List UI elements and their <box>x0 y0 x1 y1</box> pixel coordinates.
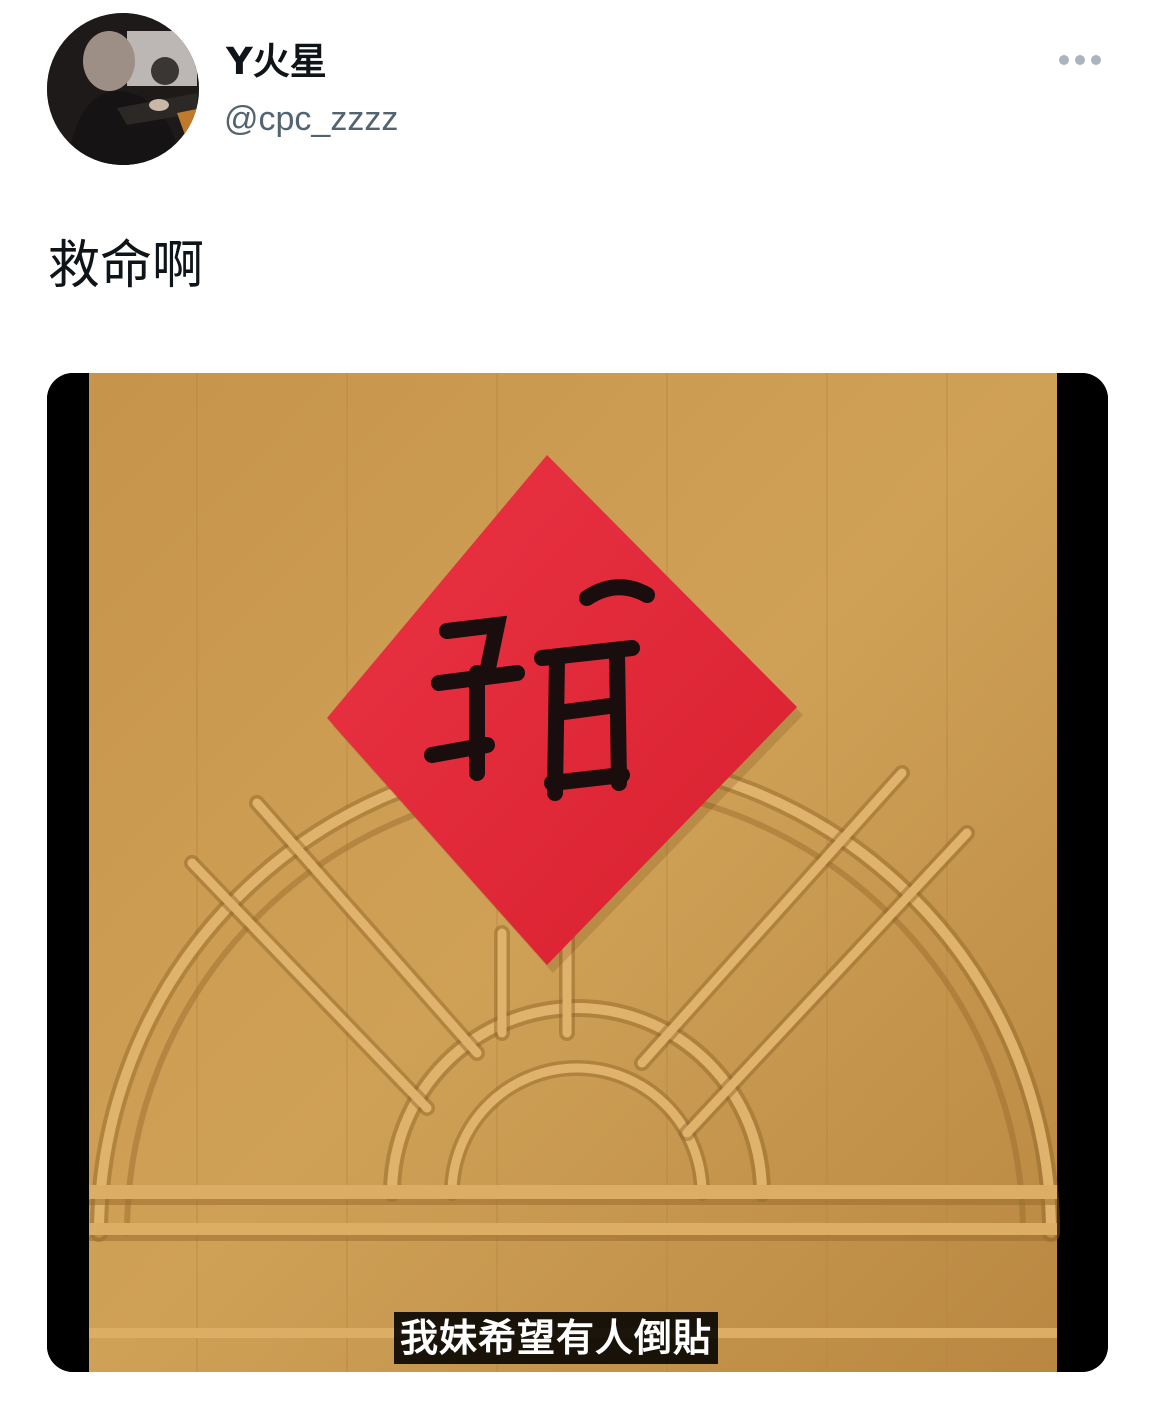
more-horizontal-icon <box>1059 55 1101 65</box>
user-handle[interactable]: @cpc_zzzz <box>224 97 398 141</box>
video-subtitle: 我妹希望有人倒貼 <box>394 1312 719 1364</box>
avatar-photo <box>47 13 199 165</box>
avatar[interactable] <box>47 13 199 165</box>
tweet-media-image[interactable] <box>47 373 1108 1372</box>
tweet-text: 救命啊 <box>48 236 205 296</box>
more-options-button[interactable] <box>1050 40 1110 80</box>
display-name[interactable]: Y火星 <box>226 38 327 86</box>
door-photo <box>47 373 1108 1372</box>
